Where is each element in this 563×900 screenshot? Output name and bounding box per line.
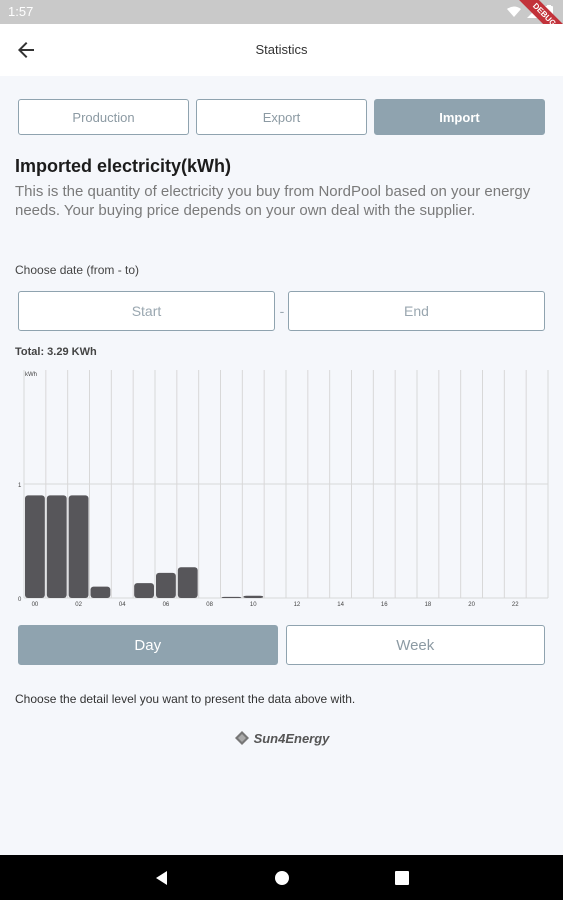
date-range-picker: Start - End [18,291,545,331]
x-tick-label: 22 [512,602,519,608]
wifi-icon [507,6,521,17]
y-axis-label: kWh [25,372,37,378]
chart-bar [156,572,176,598]
x-tick-label: 06 [163,602,170,608]
tab-export[interactable]: Export [196,99,367,135]
nav-back-icon[interactable] [152,868,172,888]
chart-bar [25,495,45,598]
detail-level-hint: Choose the detail level you want to pres… [15,692,356,706]
status-bar: 1:57 DEBUG [0,0,563,52]
system-nav-bar [0,855,563,900]
section-heading: Imported electricity(kWh) [15,156,232,176]
x-tick-label: 08 [206,602,213,608]
sun4energy-logo-icon [234,731,249,745]
nav-recents-icon[interactable] [392,868,412,888]
x-tick-label: 12 [294,602,301,608]
x-tick-label: 02 [75,602,82,608]
app-bar: Statistics [0,24,563,76]
chart-bar [221,596,242,598]
x-tick-label: 18 [425,602,432,608]
date-range-label: Choose date (from - to) [15,263,140,277]
category-tabs: Production Export Import [18,99,545,135]
week-button[interactable]: Week [285,625,545,665]
chart-bar [243,595,264,598]
x-tick-label: 14 [337,602,344,608]
period-selector: Day Week [18,625,545,665]
nav-home-icon[interactable] [272,868,292,888]
chart-bar [90,586,111,598]
chart-bar [134,583,154,598]
day-button[interactable]: Day [18,625,278,665]
y-tick-label: 1 [18,483,22,489]
tab-import[interactable]: Import [374,99,545,135]
start-date-button[interactable]: Start [18,291,275,331]
imported-electricity-chart: 0 1 kWh 00 02 04 06 08 10 12 14 16 18 20 22 [18,370,549,608]
x-tick-label: 04 [119,602,126,608]
chart-bar [177,567,198,598]
x-tick-label: 16 [381,602,388,608]
brand-name: Sun4Energy [253,730,330,746]
brand-logo: Sun4Energy [0,730,563,746]
chart-bar [68,495,89,598]
end-date-button[interactable]: End [288,291,545,331]
section-description: This is the quantity of electricity you … [15,183,531,219]
y-tick-label: 0 [18,597,22,603]
page-title: Statistics [255,42,308,57]
chart-bar [46,495,67,598]
x-tick-label: 20 [468,602,475,608]
x-tick-label: 00 [32,602,39,608]
status-time: 1:57 [8,4,34,19]
x-tick-label: 10 [250,602,257,608]
total-label: Total: 3.29 KWh [15,346,97,358]
tab-production[interactable]: Production [18,99,189,135]
date-separator: - [279,303,285,319]
